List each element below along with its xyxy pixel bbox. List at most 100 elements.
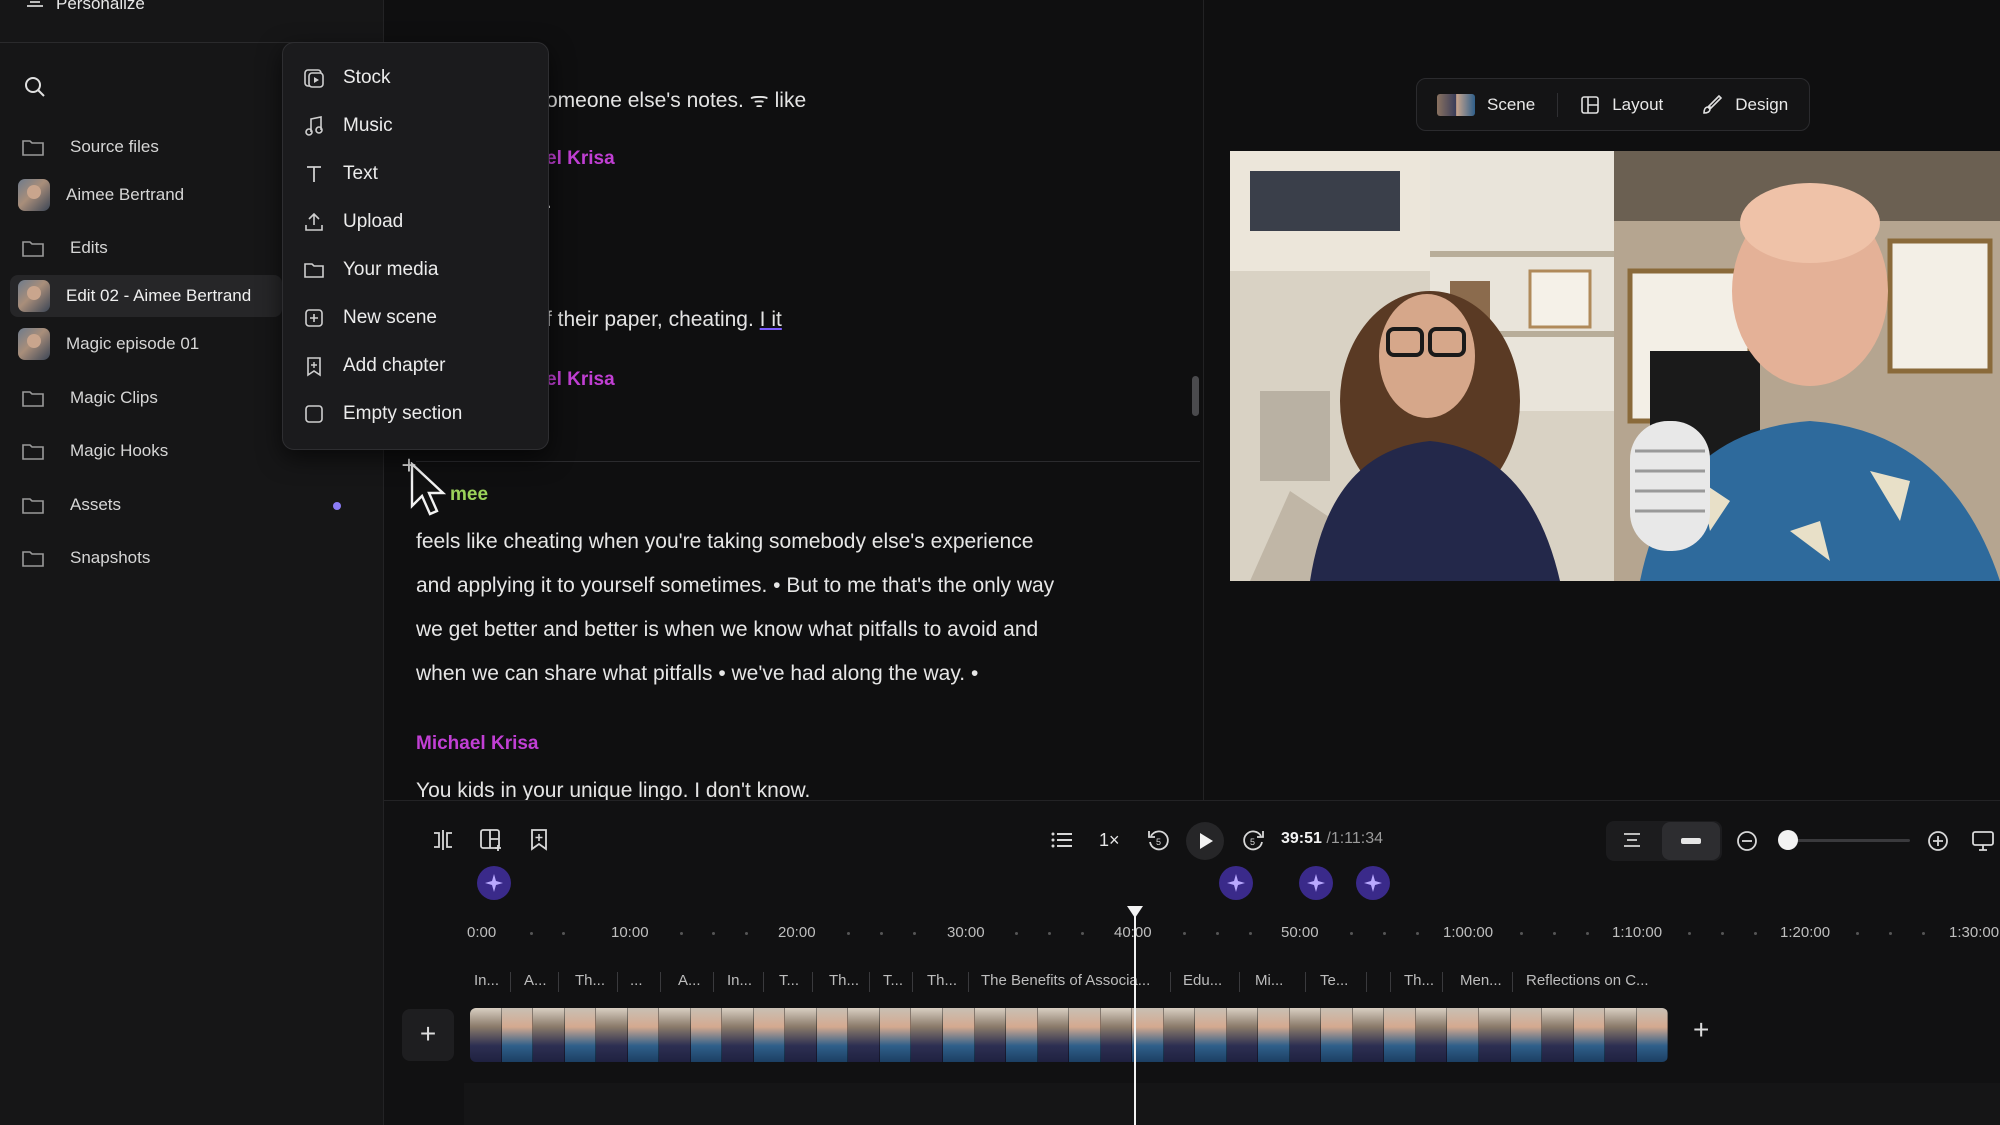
append-clip-button[interactable]: + xyxy=(1693,1014,1709,1046)
transcript-line[interactable]: omeone else's notes. ᯤ like xyxy=(546,86,806,114)
zoom-out-icon[interactable] xyxy=(1734,828,1760,854)
sidebar-item-snapshots[interactable]: Snapshots xyxy=(10,537,282,579)
rewind-5-icon[interactable]: 5 xyxy=(1146,827,1172,853)
add-layout-icon[interactable] xyxy=(478,827,504,853)
video-track-clip[interactable] xyxy=(470,1008,1668,1062)
filmstrip-frame xyxy=(1542,1008,1574,1062)
playhead[interactable] xyxy=(1134,913,1136,1125)
sidebar-item-magic-clips[interactable]: Magic Clips xyxy=(10,377,282,419)
design-button[interactable]: Design xyxy=(1685,78,1808,131)
personalize-label[interactable]: Personalize xyxy=(56,0,145,14)
menu-item-add-chapter[interactable]: Add chapter xyxy=(283,343,548,389)
ai-marker[interactable] xyxy=(1219,866,1253,900)
filmstrip-frame xyxy=(470,1008,502,1062)
mouse-cursor-icon xyxy=(410,462,446,516)
video-preview[interactable] xyxy=(1230,151,2000,581)
chapter-label[interactable]: Mi... xyxy=(1255,972,1283,989)
chapter-label[interactable]: T... xyxy=(779,972,799,989)
speaker-name[interactable]: el Krisa xyxy=(546,148,615,170)
menu-item-empty-section[interactable]: Empty section xyxy=(283,391,548,437)
sidebar-item-aimee-bertrand[interactable]: Aimee Bertrand xyxy=(10,174,282,216)
chapter-label[interactable]: In... xyxy=(474,972,499,989)
playback-speed[interactable]: 1× xyxy=(1099,830,1120,851)
add-track-button[interactable]: + xyxy=(402,1009,454,1061)
chapter-label[interactable]: Te... xyxy=(1320,972,1348,989)
sidebar-item-label: Snapshots xyxy=(70,548,151,567)
chapter-label[interactable]: Th... xyxy=(575,972,605,989)
ruler-tick-label: 20:00 xyxy=(778,924,816,941)
chapter-label[interactable]: The Benefits of Associa... xyxy=(981,972,1150,989)
upload-icon xyxy=(305,212,323,231)
play-button[interactable] xyxy=(1186,822,1224,860)
zoom-slider-track[interactable] xyxy=(1787,839,1910,842)
menu-item-label: Empty section xyxy=(343,403,463,424)
chapter-label[interactable]: Men... xyxy=(1460,972,1502,989)
sparkle-icon xyxy=(1364,874,1382,892)
scrollbar[interactable] xyxy=(1192,376,1199,416)
filmstrip-frame xyxy=(1352,1008,1385,1062)
menu-item-your-media[interactable]: Your media xyxy=(283,247,548,293)
chapter-label[interactable]: In... xyxy=(727,972,752,989)
collapse-icon[interactable] xyxy=(1678,828,1704,854)
menu-item-label: Upload xyxy=(343,211,404,232)
list-icon[interactable] xyxy=(1049,827,1075,853)
chapter-label[interactable]: A... xyxy=(678,972,701,989)
search-icon[interactable] xyxy=(24,76,46,98)
svg-text:5: 5 xyxy=(1156,837,1161,847)
ruler-dot xyxy=(1586,932,1589,935)
sidebar-item-label: Assets xyxy=(70,495,122,514)
sidebar-item-edit-02[interactable]: Edit 02 - Aimee Bertrand xyxy=(10,275,282,317)
align-icon[interactable] xyxy=(1619,828,1645,854)
filmstrip-frame xyxy=(1037,1008,1070,1062)
chapter-label[interactable]: Th... xyxy=(1404,972,1434,989)
chapter-label[interactable]: Reflections on C... xyxy=(1526,972,1649,989)
monitor-icon[interactable] xyxy=(1970,828,1996,854)
zoom-in-icon[interactable] xyxy=(1925,828,1951,854)
sidebar-item-source-files[interactable]: Source files xyxy=(10,126,282,168)
menu-item-label: New scene xyxy=(343,307,437,328)
layout-button[interactable]: Layout xyxy=(1558,78,1685,131)
menu-item-upload[interactable]: Upload xyxy=(283,199,548,245)
sidebar-item-assets[interactable]: Assets xyxy=(10,484,282,526)
ai-marker[interactable] xyxy=(1299,866,1333,900)
speaker-name[interactable]: Michael Krisa xyxy=(416,733,539,755)
speaker-name[interactable]: mee xyxy=(450,484,488,506)
transcript-line[interactable]: You kids in your unique lingo. I don't k… xyxy=(416,779,810,800)
chapter-divider xyxy=(1390,972,1391,992)
ruler-tick-label: 30:00 xyxy=(947,924,985,941)
ai-marker[interactable] xyxy=(477,866,511,900)
sidebar-item-edits[interactable]: Edits xyxy=(10,227,282,269)
sidebar-item-magic-hooks[interactable]: Magic Hooks xyxy=(10,430,282,472)
menu-item-new-scene[interactable]: New scene xyxy=(283,295,548,341)
sparkle-icon xyxy=(1227,874,1245,892)
ai-marker[interactable] xyxy=(1356,866,1390,900)
split-icon[interactable] xyxy=(430,827,456,853)
filmstrip-frame xyxy=(785,1008,817,1062)
sparkle-icon xyxy=(485,874,503,892)
speaker-name[interactable]: el Krisa xyxy=(546,369,615,391)
chapter-label[interactable]: T... xyxy=(883,972,903,989)
bookmark-add-icon[interactable] xyxy=(526,827,552,853)
filmstrip-frame xyxy=(1636,1008,1668,1062)
transcript-line[interactable]: f their paper, cheating. I it xyxy=(546,308,782,332)
chapter-label[interactable]: ... xyxy=(630,972,643,989)
scene-button[interactable]: Scene xyxy=(1417,78,1557,131)
menu-item-music[interactable]: Music xyxy=(283,103,548,149)
chapter-label[interactable]: Th... xyxy=(927,972,957,989)
ruler-dot xyxy=(1553,932,1556,935)
zoom-slider-handle[interactable] xyxy=(1778,830,1798,850)
chapter-label[interactable]: Edu... xyxy=(1183,972,1222,989)
chapter-label[interactable]: Th... xyxy=(829,972,859,989)
forward-5-icon[interactable]: 5 xyxy=(1240,827,1266,853)
filmstrip-frame xyxy=(596,1008,628,1062)
ruler-tick-label: 0:00 xyxy=(467,924,497,941)
menu-item-text[interactable]: Text xyxy=(283,151,548,197)
chapter-label[interactable]: A... xyxy=(524,972,547,989)
empty-track[interactable] xyxy=(464,1083,2000,1125)
menu-item-label: Add chapter xyxy=(343,355,446,376)
personalize-icon xyxy=(27,1,43,7)
filmstrip-frame xyxy=(1226,1008,1259,1062)
menu-item-stock[interactable]: Stock xyxy=(283,55,548,101)
sidebar-item-magic-episode[interactable]: Magic episode 01 xyxy=(10,323,282,365)
transcript-paragraph[interactable]: feels like cheating when you're taking s… xyxy=(416,520,1176,696)
